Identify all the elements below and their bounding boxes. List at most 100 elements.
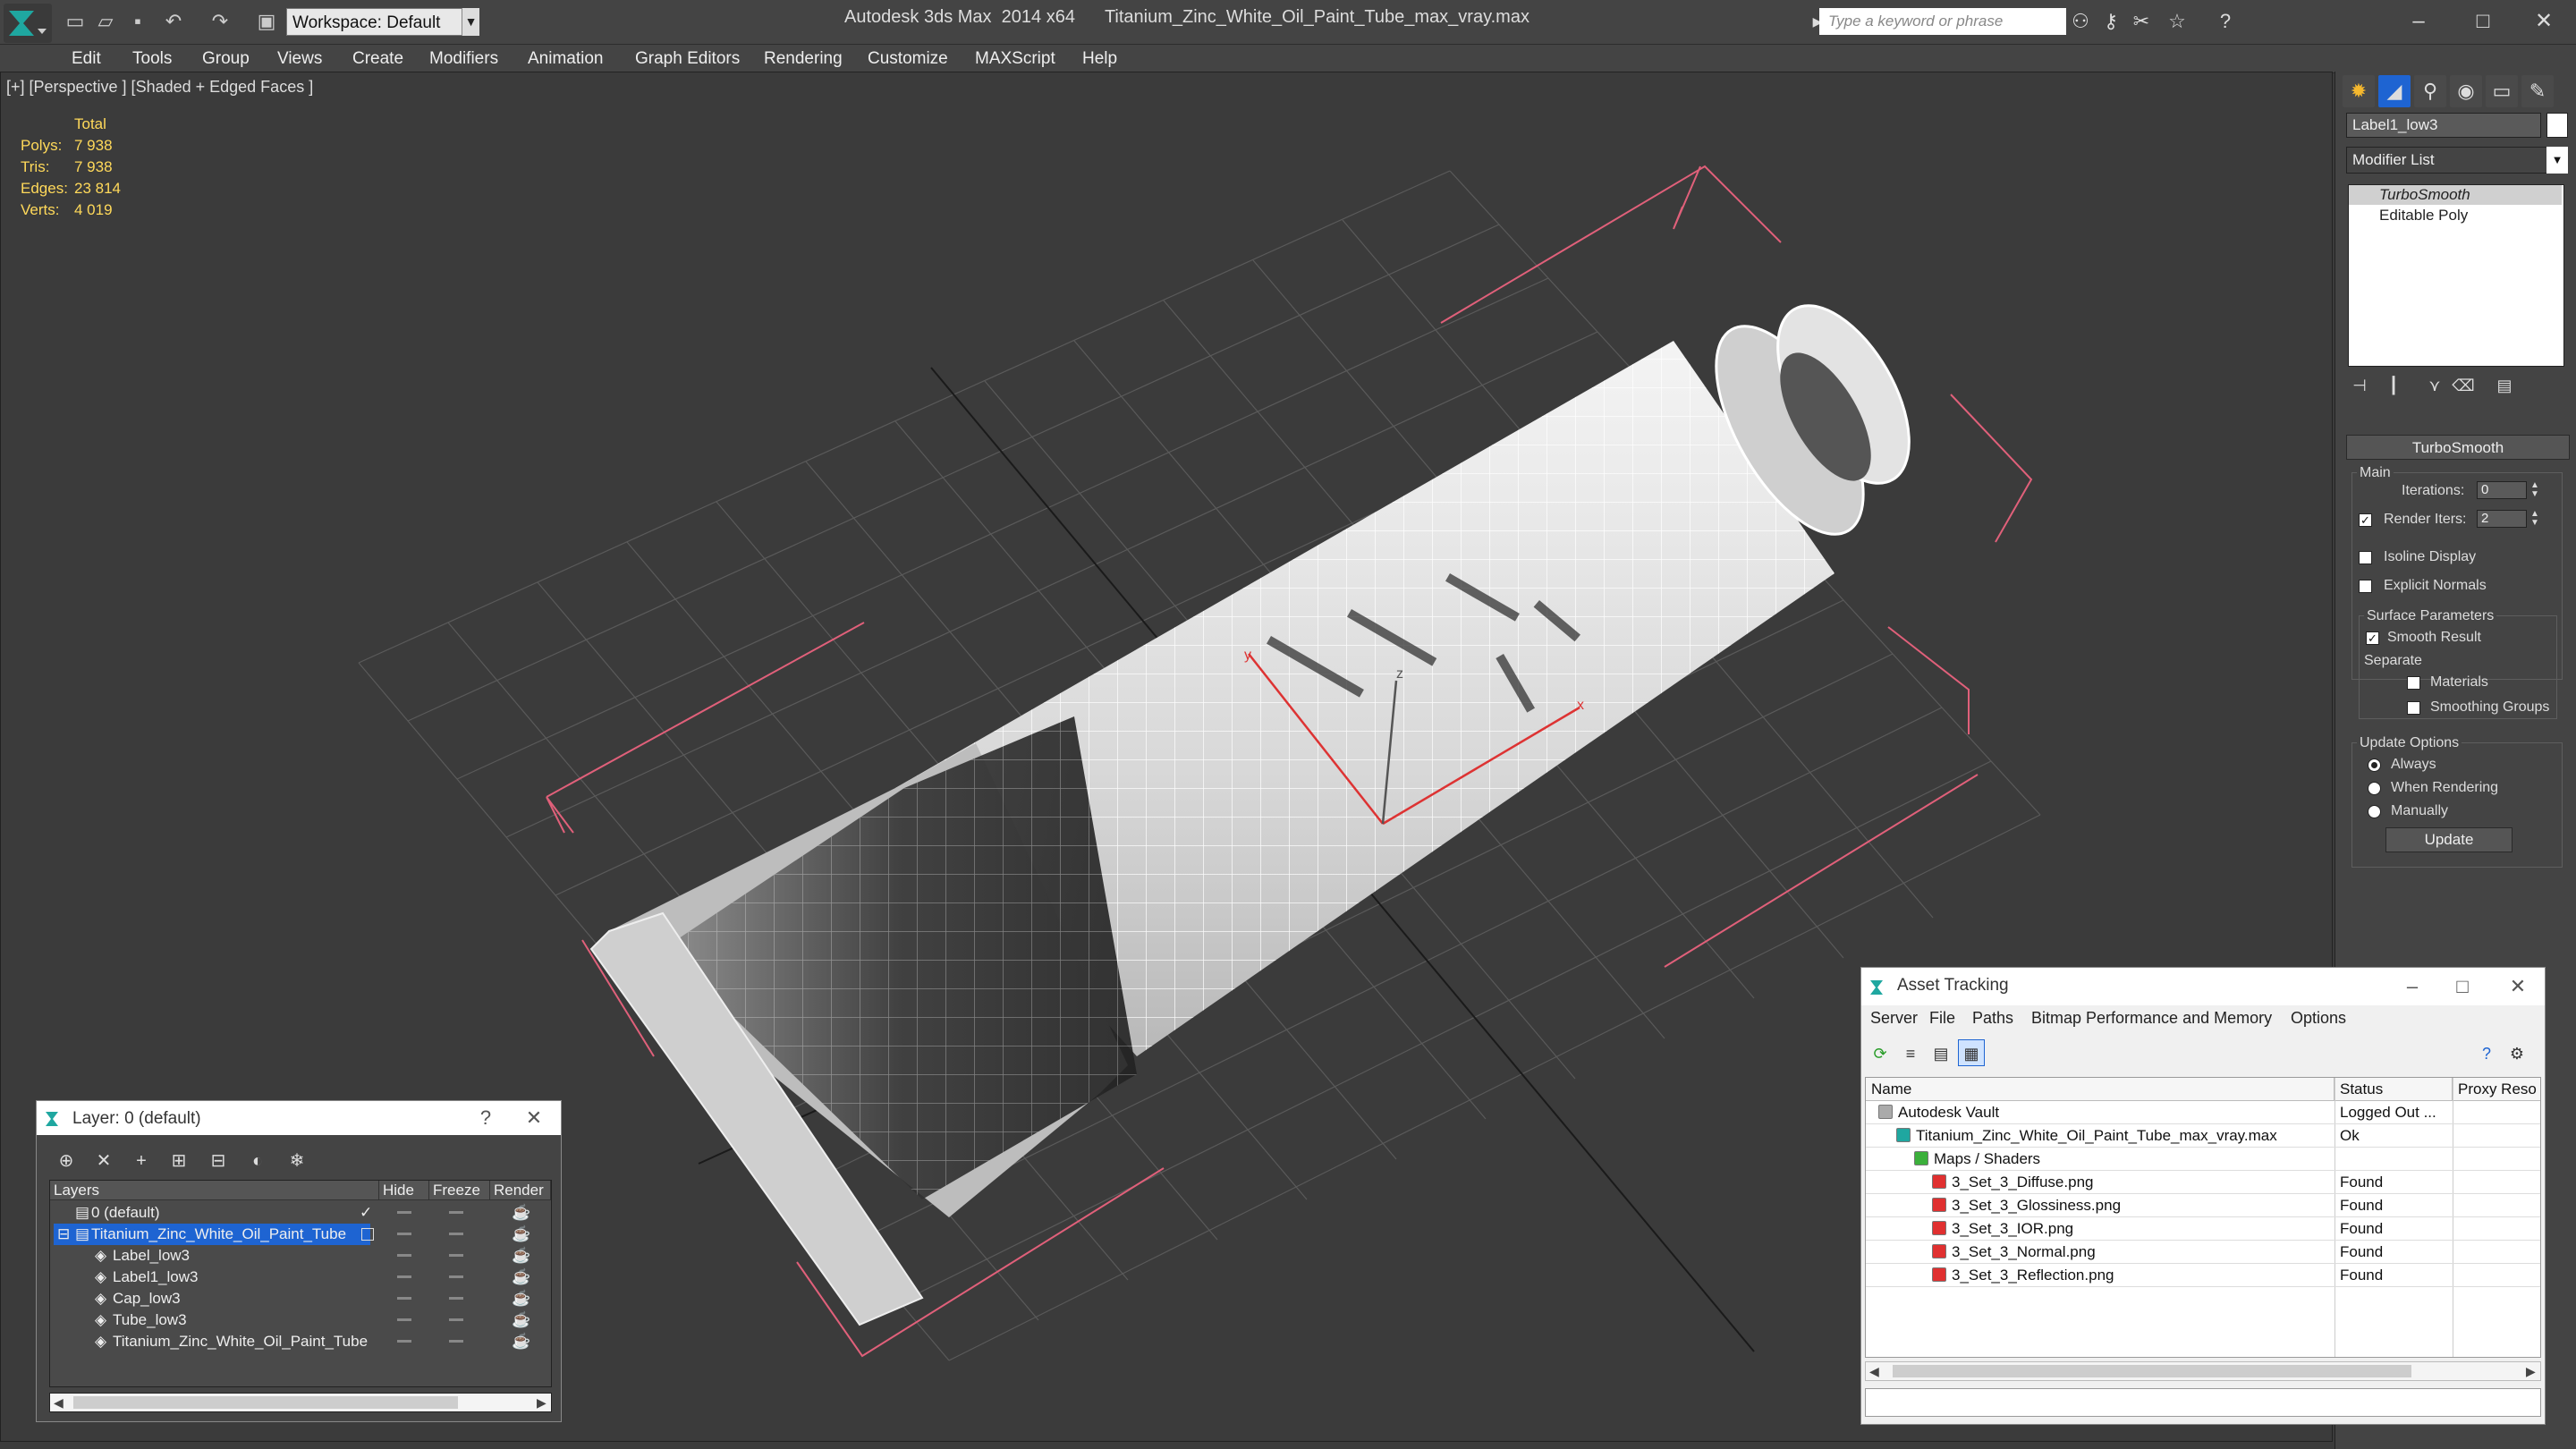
table-row[interactable]: 3_Set_3_Glossiness.png Found (1866, 1194, 2540, 1217)
menu-modifiers[interactable]: Modifiers (429, 45, 498, 73)
table-row[interactable]: Autodesk Vault Logged Out ... (1866, 1101, 2540, 1124)
always-radio[interactable] (2368, 758, 2381, 772)
column-header-proxy[interactable]: Proxy Reso (2453, 1078, 2540, 1101)
asset-menu-bitmap-performance[interactable]: Bitmap Performance and Memory (2031, 1009, 2272, 1028)
create-layer-icon[interactable]: ⊕ (53, 1148, 80, 1174)
refresh-icon[interactable]: ⟳ (1867, 1039, 1894, 1066)
menu-group[interactable]: Group (202, 45, 250, 73)
column-header-freeze[interactable]: Freeze (429, 1181, 490, 1200)
chevron-down-icon[interactable]: ▼ (462, 8, 479, 36)
modifier-stack[interactable]: TurboSmooth Editable Poly (2348, 184, 2564, 367)
asset-table[interactable]: Name Status Proxy Reso Autodesk Vault Lo… (1865, 1077, 2541, 1358)
stack-item-editable-poly[interactable]: Editable Poly (2352, 206, 2468, 225)
hide-toggle[interactable] (397, 1211, 411, 1214)
table-row[interactable]: Titanium_Zinc_White_Oil_Paint_Tube_max_v… (1866, 1124, 2540, 1148)
hide-toggle[interactable] (397, 1254, 411, 1257)
render-teapot-icon[interactable]: ☕ (512, 1245, 530, 1267)
render-teapot-icon[interactable]: ☕ (512, 1309, 530, 1331)
close-icon[interactable]: ✕ (2515, 4, 2572, 39)
hierarchy-tab-icon[interactable]: ⚲ (2414, 75, 2446, 107)
table-row[interactable]: 3_Set_3_Diffuse.png Found (1866, 1171, 2540, 1194)
freeze-toggle[interactable] (449, 1254, 463, 1257)
asset-tracking-titlebar[interactable]: Asset Tracking – □ ✕ (1861, 968, 2545, 1005)
menu-create[interactable]: Create (352, 45, 403, 73)
redo-icon[interactable]: ↷ (208, 9, 233, 34)
horizontal-scrollbar[interactable]: ◀ ▶ (49, 1393, 552, 1412)
hide-toggle[interactable] (397, 1233, 411, 1235)
close-icon[interactable]: ✕ (509, 1103, 559, 1133)
table-row[interactable]: 3_Set_3_Normal.png Found (1866, 1241, 2540, 1264)
when-rendering-radio[interactable] (2368, 782, 2381, 795)
list-view-icon[interactable]: ≡ (1897, 1039, 1924, 1066)
freeze-toggle[interactable] (449, 1211, 463, 1214)
layer-row[interactable]: ⊟ ▤ Titanium_Zinc_White_Oil_Paint_Tube ☕ (50, 1224, 551, 1245)
menu-edit[interactable]: Edit (72, 45, 101, 73)
layer-manager-titlebar[interactable]: Layer: 0 (default) ? ✕ (37, 1101, 561, 1135)
pin-stack-icon[interactable]: ⊣ (2348, 374, 2371, 397)
layer-table[interactable]: Layers Hide Freeze Render ▤ 0 (default) … (49, 1180, 552, 1387)
layer-row[interactable]: ◈ Cap_low3 ☕ (50, 1288, 551, 1309)
delete-layer-icon[interactable]: ✕ (90, 1148, 117, 1174)
menu-graph-editors[interactable]: Graph Editors (635, 45, 740, 73)
scroll-left-icon[interactable]: ◀ (54, 1395, 64, 1411)
smooth-result-checkbox[interactable]: ✓ (2366, 631, 2379, 645)
layer-row[interactable]: ◈ Label_low3 ☕ (50, 1245, 551, 1267)
asset-menu-paths[interactable]: Paths (1972, 1009, 2013, 1028)
freeze-toggle[interactable] (449, 1297, 463, 1300)
scroll-left-icon[interactable]: ◀ (1869, 1364, 1879, 1379)
settings-gear-icon[interactable]: ⚙ (2504, 1039, 2530, 1066)
update-button[interactable]: Update (2385, 827, 2512, 852)
maximize-icon[interactable]: □ (2437, 971, 2487, 1002)
menu-views[interactable]: Views (277, 45, 322, 73)
tools-icon[interactable]: ✂ (2129, 9, 2154, 34)
select-layer-icon[interactable]: ⊟ (205, 1148, 232, 1174)
spinner-arrows-icon[interactable]: ▲ ▼ (2529, 481, 2541, 499)
make-unique-icon[interactable]: ⋎ (2423, 374, 2446, 397)
hide-all-icon[interactable]: ◐ (244, 1148, 271, 1174)
remove-modifier-icon[interactable]: ⌫ (2452, 374, 2475, 397)
menu-animation[interactable]: Animation (528, 45, 604, 73)
freeze-toggle[interactable] (449, 1275, 463, 1278)
render-teapot-icon[interactable]: ☕ (512, 1288, 530, 1309)
help-icon[interactable]: ? (2213, 9, 2238, 34)
binoculars-icon[interactable]: ⚇ (2068, 9, 2093, 34)
column-header-status[interactable]: Status (2334, 1078, 2453, 1101)
render-teapot-icon[interactable]: ☕ (512, 1267, 530, 1288)
iterations-spinner[interactable]: 0 (2477, 481, 2527, 499)
render-teapot-icon[interactable]: ☕ (512, 1202, 530, 1224)
spinner-arrows-icon[interactable]: ▲ ▼ (2529, 510, 2541, 528)
configure-modifier-sets-icon[interactable]: ▤ (2493, 374, 2516, 397)
turbosmooth-rollout-header[interactable]: TurboSmooth (2346, 435, 2570, 460)
help-icon[interactable]: ? (461, 1103, 511, 1133)
motion-tab-icon[interactable]: ◉ (2450, 75, 2482, 107)
select-objects-icon[interactable]: ⊞ (165, 1148, 192, 1174)
menu-tools[interactable]: Tools (132, 45, 172, 73)
materials-checkbox[interactable] (2407, 676, 2420, 690)
3dsmax-logo-button[interactable] (4, 4, 52, 43)
table-row[interactable]: Maps / Shaders (1866, 1148, 2540, 1171)
render-teapot-icon[interactable]: ☕ (512, 1331, 530, 1352)
layer-row[interactable]: ◈ Titanium_Zinc_White_Oil_Paint_Tube ☕ (50, 1331, 551, 1352)
menu-rendering[interactable]: Rendering (764, 45, 843, 73)
favorites-star-icon[interactable]: ☆ (2165, 9, 2190, 34)
menu-maxscript[interactable]: MAXScript (975, 45, 1055, 73)
isoline-display-checkbox[interactable] (2359, 551, 2372, 564)
stack-item-turbosmooth[interactable]: TurboSmooth (2349, 185, 2562, 205)
search-input[interactable]: Type a keyword or phrase (1819, 8, 2066, 35)
object-color-swatch[interactable] (2546, 113, 2568, 138)
explicit-normals-checkbox[interactable] (2359, 580, 2372, 593)
horizontal-scrollbar[interactable]: ◀ ▶ (1865, 1361, 2541, 1381)
modify-tab-icon[interactable]: ◢ (2378, 75, 2411, 107)
active-layer-check-icon[interactable]: ✓ (360, 1202, 372, 1224)
new-file-icon[interactable]: ▭ (63, 9, 88, 34)
close-icon[interactable]: ✕ (2493, 971, 2543, 1002)
freeze-toggle[interactable] (449, 1233, 463, 1235)
column-header-layers[interactable]: Layers (50, 1181, 379, 1200)
object-name-field[interactable]: Label1_low3 (2346, 113, 2541, 138)
table-view-icon[interactable]: ▦ (1958, 1039, 1985, 1066)
scrollbar-thumb[interactable] (73, 1396, 458, 1409)
modifier-list-dropdown[interactable]: Modifier List (2346, 147, 2554, 174)
active-layer-checkbox[interactable] (361, 1228, 374, 1241)
chevron-down-icon[interactable]: ▼ (2546, 147, 2568, 174)
add-to-layer-icon[interactable]: + (128, 1148, 155, 1174)
